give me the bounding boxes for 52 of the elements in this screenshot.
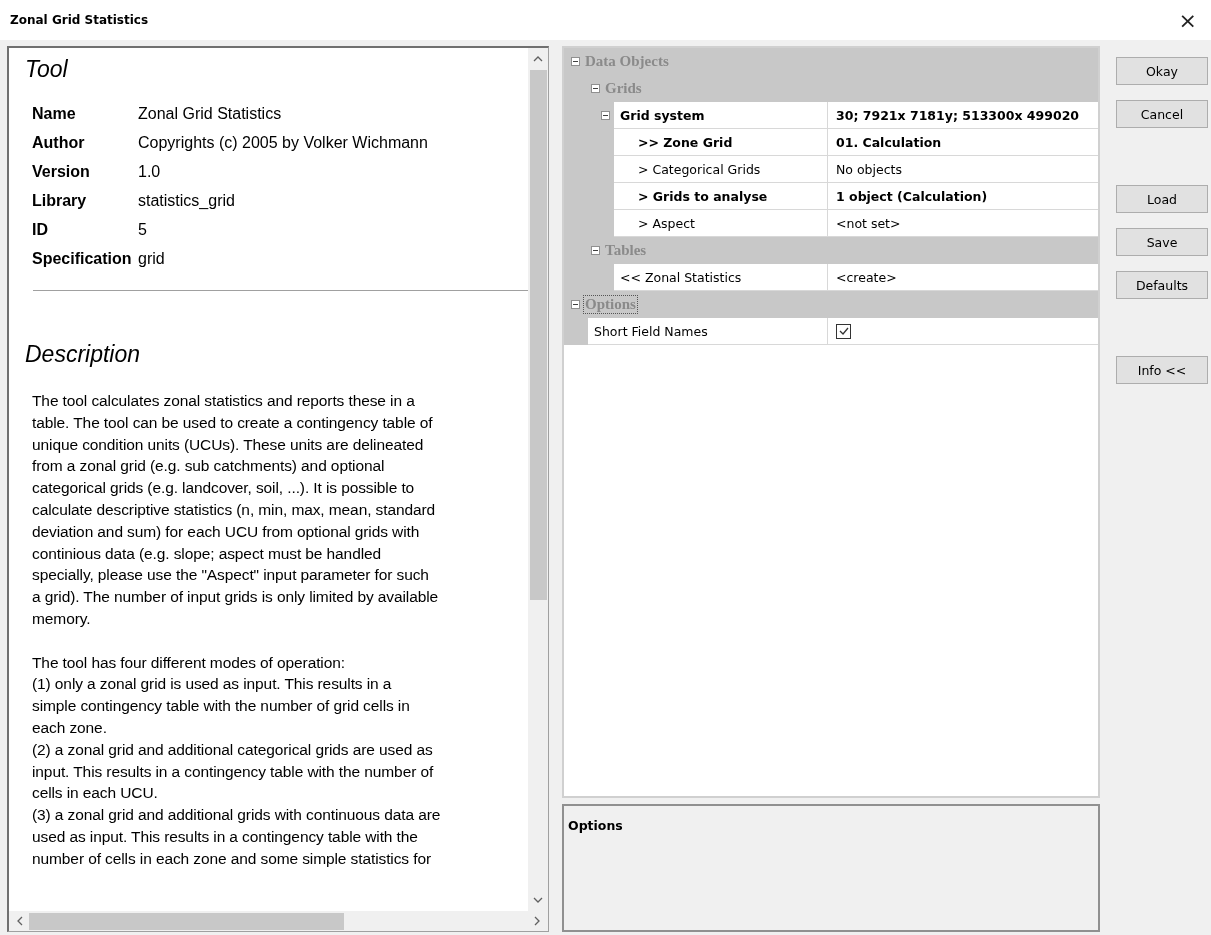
scroll-down-icon[interactable] <box>533 897 543 903</box>
panel-title: Options <box>568 818 623 833</box>
collapse-icon[interactable] <box>571 57 580 66</box>
dialog-button[interactable]: Defaults <box>1116 271 1208 299</box>
vertical-scrollbar[interactable] <box>528 48 548 911</box>
collapse-icon[interactable] <box>571 300 580 309</box>
field-label: Specification <box>32 250 133 268</box>
property-name[interactable]: Short Field Names <box>588 318 828 345</box>
checkbox[interactable] <box>836 323 851 339</box>
property-name[interactable]: > Categorical Grids <box>614 156 828 183</box>
description-text: The tool has four different modes of operation: (1) only a zonal grid is used as input. This results in a simple contingency table with the number of grid cells in each zone. (2) a zonal grid and additional categorical grids are used as input. This results in a contingency table with the number of cells in each UCU. (3) a zonal grid and additional grids with continuous data are used as input. This results in a contingency table with the number of cells in each zone and some simple statistics for <box>31 652 442 869</box>
scroll-thumb[interactable] <box>529 70 547 600</box>
dialog-button[interactable]: Load <box>1116 185 1208 213</box>
field-value: 1.0 <box>138 163 162 181</box>
field-value: statistics_grid <box>138 192 236 210</box>
scroll-right-icon[interactable] <box>534 916 540 926</box>
field-value: grid <box>138 250 166 268</box>
window-title: Zonal Grid Statistics <box>10 13 149 27</box>
property-name[interactable]: >> Zone Grid <box>614 129 828 156</box>
field-label: Author <box>32 134 86 152</box>
section-heading: Description <box>25 341 142 368</box>
property-name[interactable]: Grid system <box>614 102 828 129</box>
description-text: The tool calculates zonal statistics and reports these in a table. The tool can be used to create a contingency table of unique condition units (UCUs). These units are delineated from a zonal grid (e.g. sub catchments) and optional categorical grids (e.g. landcover, soil, ...). It is possible to calculate descriptive statistics (n, min, max, mean, standard deviation and sum) for each UCU from optional grids with continious data (e.g. slope; aspect must be handled specially, please use the "Aspect" input parameter for such a grid). The number of input grids is only limited by available memory. <box>31 391 440 629</box>
property-value[interactable]: <not set> <box>828 210 1098 237</box>
field-label: ID <box>32 221 49 239</box>
field-value: Zonal Grid Statistics <box>138 105 283 123</box>
dialog-button[interactable]: Okay <box>1116 57 1208 85</box>
dialog-button[interactable]: Save <box>1116 228 1208 256</box>
field-value: Copyrights (c) 2005 by Volker Wichmann <box>138 134 429 152</box>
property-value[interactable]: No objects <box>828 156 1098 183</box>
property-value[interactable]: <create> <box>828 264 1098 291</box>
section-heading: Tool <box>25 56 69 83</box>
property-value[interactable]: 1 object (Calculation) <box>828 183 1098 210</box>
collapse-icon[interactable] <box>591 246 600 255</box>
field-label: Library <box>32 192 88 210</box>
property-value[interactable]: 01. Calculation <box>828 129 1098 156</box>
property-name[interactable]: > Aspect <box>614 210 828 237</box>
collapse-icon[interactable] <box>601 111 610 120</box>
close-button[interactable]: × <box>1172 7 1203 33</box>
scroll-up-icon[interactable] <box>533 56 543 62</box>
field-value: 5 <box>138 221 148 239</box>
dialog-button[interactable]: Cancel <box>1116 100 1208 128</box>
field-label: Name <box>32 105 77 123</box>
property-value[interactable]: 30; 7921x 7181y; 513300x 499020 <box>828 102 1098 129</box>
horizontal-scrollbar[interactable] <box>9 911 548 931</box>
property-name[interactable]: << Zonal Statistics <box>614 264 828 291</box>
field-label: Version <box>32 163 91 181</box>
collapse-icon[interactable] <box>591 84 600 93</box>
dialog-button[interactable]: Info << <box>1116 356 1208 384</box>
property-name[interactable]: > Grids to analyse <box>614 183 828 210</box>
scroll-left-icon[interactable] <box>17 916 23 926</box>
scroll-thumb[interactable] <box>29 912 344 930</box>
